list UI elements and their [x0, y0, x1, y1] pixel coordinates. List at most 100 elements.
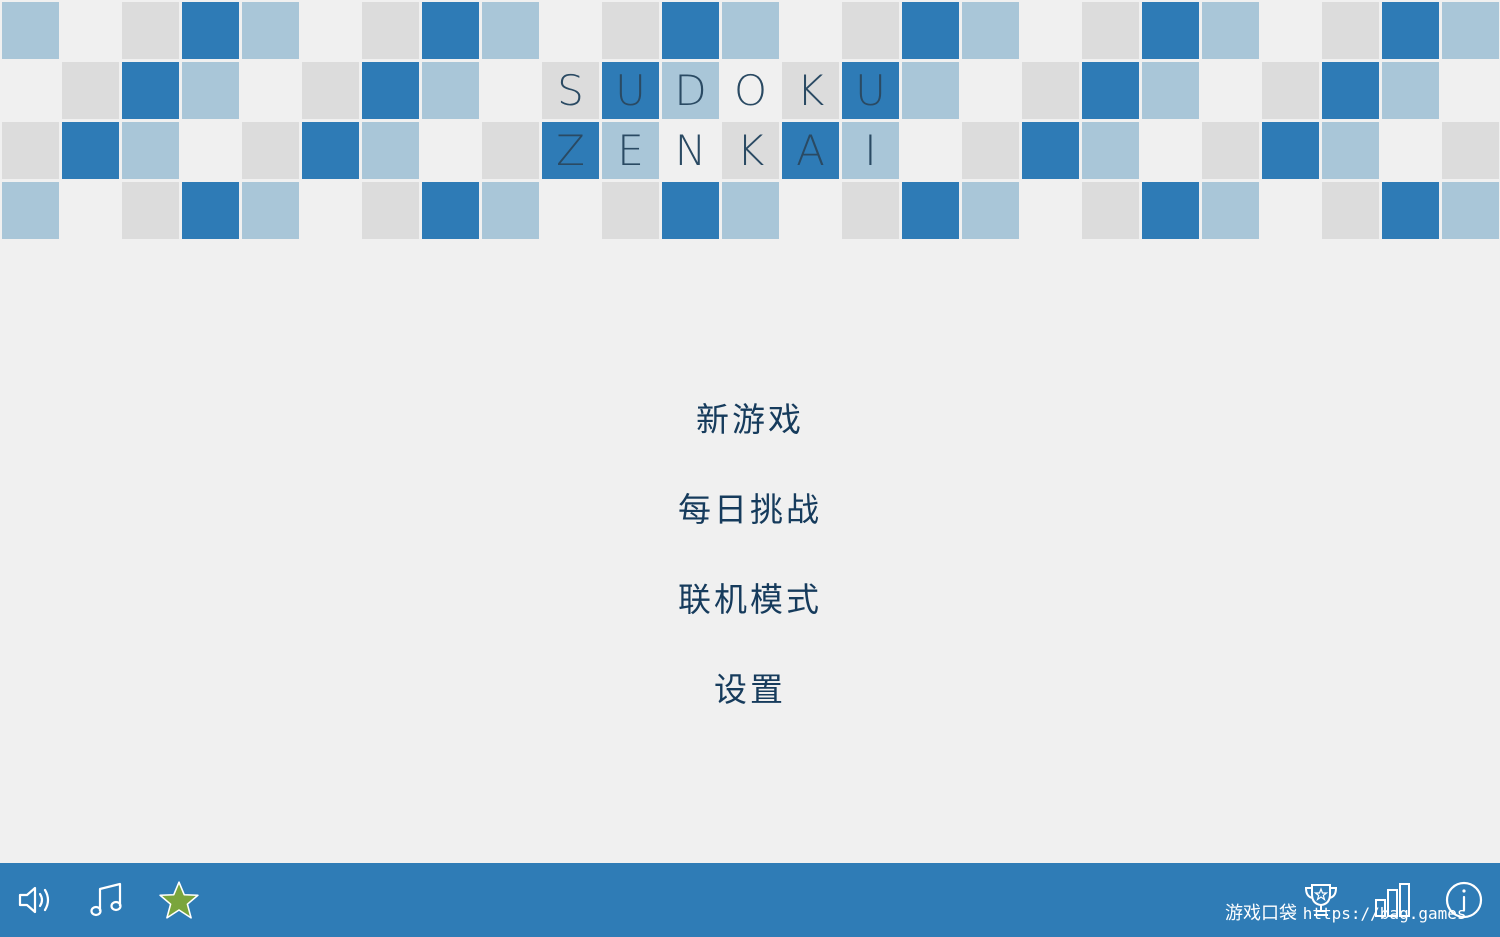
header-tile: [242, 122, 299, 179]
header-tile: [362, 62, 419, 119]
header-tile: [1022, 122, 1079, 179]
header-tile: [1262, 62, 1319, 119]
bar-chart-icon[interactable]: [1370, 877, 1416, 923]
header-tile: [842, 182, 899, 239]
settings-button[interactable]: 设置: [694, 645, 806, 735]
header-tile: [2, 122, 59, 179]
online-mode-button[interactable]: 联机模式: [658, 555, 842, 645]
header-tile: [902, 2, 959, 59]
header-tile: [1202, 2, 1259, 59]
header-tile: [1082, 122, 1139, 179]
header-tile: [1202, 122, 1259, 179]
header-tile: [962, 122, 1019, 179]
header-tile: [362, 122, 419, 179]
header-tile: [242, 62, 299, 119]
header-tile: [1382, 62, 1439, 119]
header-tile: [1442, 62, 1499, 119]
header-tile: [2, 182, 59, 239]
header-tile: [1142, 122, 1199, 179]
header-tile: [1442, 2, 1499, 59]
title-letter: U: [602, 62, 659, 119]
header-tile: [1082, 182, 1139, 239]
header-tile: [962, 2, 1019, 59]
header-tile: [62, 2, 119, 59]
star-icon[interactable]: [156, 877, 202, 923]
header-tile: [302, 2, 359, 59]
trophy-icon[interactable]: [1298, 877, 1344, 923]
header-tile: [2, 2, 59, 59]
header-tile: [422, 2, 479, 59]
title-letter: E: [602, 122, 659, 179]
tile-header: SUDOKUZENKAI: [0, 0, 1500, 250]
header-tile: [602, 182, 659, 239]
header-tile: [1382, 122, 1439, 179]
header-tile: [1322, 122, 1379, 179]
header-tile: [1082, 2, 1139, 59]
header-tile: [782, 2, 839, 59]
header-tile: [1322, 2, 1379, 59]
title-letter: N: [662, 122, 719, 179]
header-tile: [722, 182, 779, 239]
new-game-button[interactable]: 新游戏: [676, 375, 824, 465]
header-tile: [182, 182, 239, 239]
header-tile: [182, 62, 239, 119]
header-tile: [782, 182, 839, 239]
header-tile: [1322, 182, 1379, 239]
header-tile: [962, 62, 1019, 119]
speaker-icon[interactable]: [12, 877, 58, 923]
title-letter: S: [542, 62, 599, 119]
header-tile: [62, 122, 119, 179]
header-tile: [1262, 2, 1319, 59]
header-tile: [1322, 62, 1379, 119]
header-tile: [122, 122, 179, 179]
music-note-icon[interactable]: [84, 877, 130, 923]
header-tile: [482, 2, 539, 59]
header-tile: [1382, 182, 1439, 239]
header-tile: [902, 122, 959, 179]
header-tile: [242, 182, 299, 239]
title-letter: Z: [542, 122, 599, 179]
header-tile: [362, 2, 419, 59]
header-tile: [62, 182, 119, 239]
header-tile: [902, 182, 959, 239]
header-tile: [1142, 182, 1199, 239]
title-letter: I: [842, 122, 899, 179]
header-tile: [542, 182, 599, 239]
header-tile: [182, 122, 239, 179]
header-tile: [182, 2, 239, 59]
header-tile: [962, 182, 1019, 239]
header-tile: [1082, 62, 1139, 119]
header-tile: [1202, 182, 1259, 239]
header-tile: [1142, 62, 1199, 119]
header-tile: [302, 122, 359, 179]
header-tile: [422, 182, 479, 239]
header-tile: [1022, 62, 1079, 119]
info-icon[interactable]: [1441, 877, 1487, 923]
header-tile: [422, 62, 479, 119]
header-tile: [302, 182, 359, 239]
header-tile: [1262, 182, 1319, 239]
header-tile: [1142, 2, 1199, 59]
header-tile: [1022, 182, 1079, 239]
header-tile: [2, 62, 59, 119]
header-tile: [482, 122, 539, 179]
bottom-bar: 游戏口袋 https://bag.games: [0, 863, 1500, 937]
header-tile: [1442, 122, 1499, 179]
watermark: 游戏口袋 https://bag.games: [1225, 899, 1467, 925]
header-tile: [1382, 2, 1439, 59]
watermark-label: 游戏口袋: [1225, 903, 1297, 924]
header-tile: [662, 182, 719, 239]
header-tile: [542, 2, 599, 59]
header-tile: [122, 2, 179, 59]
daily-challenge-button[interactable]: 每日挑战: [658, 465, 842, 555]
header-tile: [1202, 62, 1259, 119]
header-tile: [422, 122, 479, 179]
title-letter: A: [782, 122, 839, 179]
header-tile: [122, 182, 179, 239]
title-letter: O: [722, 62, 779, 119]
header-tile: [722, 2, 779, 59]
title-letter: U: [842, 62, 899, 119]
main-menu: 新游戏 每日挑战 联机模式 设置: [0, 375, 1500, 735]
header-tile: [242, 2, 299, 59]
header-tile: [1442, 182, 1499, 239]
